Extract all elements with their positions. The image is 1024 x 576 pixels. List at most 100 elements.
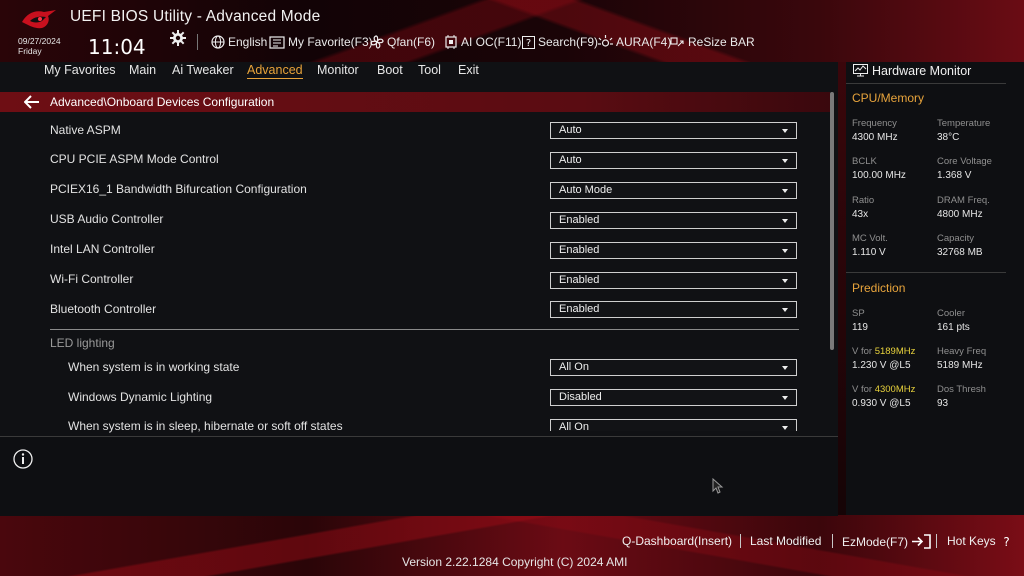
- hw-value: 43x: [852, 209, 869, 220]
- hw-value: 161 pts: [937, 322, 970, 333]
- info-icon: [13, 449, 33, 469]
- usb-audio-dropdown[interactable]: Enabled: [550, 212, 797, 229]
- version-text: Version 2.22.1284 Copyright (C) 2024 AMI: [402, 555, 628, 569]
- search-button[interactable]: ? Search(F9): [522, 35, 598, 49]
- hw-label: DRAM Freq.: [937, 195, 990, 206]
- dropdown-value: Enabled: [559, 274, 600, 286]
- hw-value: 32768 MB: [937, 247, 983, 258]
- menu-my-favorites[interactable]: My Favorites: [44, 62, 116, 78]
- menu-tool[interactable]: Tool: [418, 62, 441, 78]
- dropdown-value: All On: [559, 361, 589, 373]
- cpu-pcie-aspm-dropdown[interactable]: Auto: [550, 152, 797, 169]
- qfan-button[interactable]: Qfan(F6): [370, 35, 435, 49]
- hw-label: Cooler: [937, 308, 965, 319]
- chevron-down-icon: [782, 396, 788, 400]
- windows-dynamic-lighting-dropdown[interactable]: Disabled: [550, 389, 797, 406]
- ezmode-label: EzMode(F7): [842, 534, 909, 549]
- day-value: Friday: [18, 46, 42, 56]
- search-label: Search(F9): [538, 35, 599, 49]
- intel-lan-dropdown[interactable]: Enabled: [550, 242, 797, 259]
- menu-advanced[interactable]: Advanced: [247, 62, 303, 79]
- ezmode-button[interactable]: EzMode(F7): [842, 534, 931, 549]
- hw-value: 119: [852, 322, 868, 333]
- hw-value: 1.368 V: [937, 170, 972, 181]
- setting-label-bluetooth: Bluetooth Controller: [50, 302, 157, 316]
- menu-ai-tweaker[interactable]: Ai Tweaker: [172, 62, 234, 78]
- menu-exit[interactable]: Exit: [458, 62, 479, 78]
- setting-label-windows-dynamic-lighting: Windows Dynamic Lighting: [68, 390, 213, 404]
- section-divider: [50, 329, 799, 330]
- hw-value: 1.110 V: [852, 247, 886, 258]
- dropdown-value: Enabled: [559, 214, 600, 226]
- hw-label: Heavy Freq: [937, 346, 987, 357]
- hw-value: 93: [937, 398, 949, 409]
- setting-label-usb-audio: USB Audio Controller: [50, 212, 164, 226]
- native-aspm-dropdown[interactable]: Auto: [550, 122, 797, 139]
- ai-oc-button[interactable]: AI OC(F11): [444, 35, 521, 49]
- setting-label-native-aspm: Native ASPM: [50, 123, 121, 137]
- hw-value: 1.230 V @L5: [852, 360, 911, 371]
- prediction-heading: Prediction: [852, 281, 906, 295]
- setting-label-pciex16-bifurcation: PCIEX16_1 Bandwidth Bifurcation Configur…: [50, 182, 307, 196]
- breadcrumb: Advanced\Onboard Devices Configuration: [50, 95, 275, 109]
- cpu-memory-heading: CPU/Memory: [852, 91, 925, 105]
- date-value: 09/27/2024: [18, 36, 61, 46]
- aura-button[interactable]: AURA(F4): [598, 35, 671, 49]
- search-help-icon: ?: [522, 35, 535, 49]
- resize-bar-button[interactable]: ReSize BAR: [670, 35, 755, 49]
- hw-label-highlight: 5189MHz: [874, 346, 916, 357]
- hw-separator: [846, 272, 1006, 273]
- last-modified-button[interactable]: Last Modified: [750, 534, 821, 548]
- q-dashboard-button[interactable]: Q-Dashboard(Insert): [622, 534, 732, 548]
- panel-divider: [838, 62, 846, 515]
- led-working-dropdown[interactable]: All On: [550, 359, 797, 376]
- hw-label: BCLK: [852, 156, 877, 167]
- globe-icon: [211, 35, 225, 49]
- exit-arrow-icon: [912, 534, 931, 549]
- hw-value: 4800 MHz: [937, 209, 983, 220]
- hw-label: Capacity: [937, 233, 974, 244]
- back-arrow-icon[interactable]: [24, 95, 40, 109]
- hot-keys-button[interactable]: Hot Keys ?: [947, 534, 1012, 548]
- hw-label: V for 5189MHz: [852, 346, 915, 357]
- led-sleep-dropdown[interactable]: All On: [550, 419, 797, 431]
- gear-icon[interactable]: [170, 30, 186, 46]
- chevron-down-icon: [782, 308, 788, 312]
- hw-value: 5189 MHz: [937, 360, 983, 371]
- menu-boot[interactable]: Boot: [377, 62, 403, 78]
- my-favorite-button[interactable]: My Favorite(F3): [269, 35, 373, 49]
- bluetooth-dropdown[interactable]: Enabled: [550, 301, 797, 318]
- hw-label: V for 4300MHz: [852, 384, 915, 395]
- menu-monitor[interactable]: Monitor: [317, 62, 359, 78]
- setting-label-cpu-pcie-aspm: CPU PCIE ASPM Mode Control: [50, 152, 219, 166]
- dropdown-value: Enabled: [559, 303, 600, 315]
- wifi-dropdown[interactable]: Enabled: [550, 272, 797, 289]
- hw-separator: [846, 83, 1006, 84]
- dropdown-value: Enabled: [559, 244, 600, 256]
- help-icon: ?: [1003, 535, 1009, 548]
- scrollbar[interactable]: [830, 92, 834, 350]
- svg-text:?: ?: [1003, 535, 1009, 548]
- fan-icon: [370, 35, 384, 49]
- aura-icon: [598, 35, 613, 47]
- hardware-monitor-title: Hardware Monitor: [872, 64, 972, 78]
- hw-label: Frequency: [852, 118, 897, 129]
- pciex16-bifurcation-dropdown[interactable]: Auto Mode: [550, 182, 797, 199]
- chevron-down-icon: [782, 249, 788, 253]
- chevron-down-icon: [782, 279, 788, 283]
- date-display: 09/27/2024 Friday: [18, 36, 61, 56]
- hot-keys-label: Hot Keys: [947, 534, 996, 548]
- chevron-down-icon: [782, 129, 788, 133]
- resize-bar-label: ReSize BAR: [688, 35, 755, 49]
- dropdown-value: All On: [559, 421, 589, 431]
- setting-label-led-working: When system is in working state: [68, 360, 240, 374]
- led-lighting-heading: LED lighting: [50, 336, 115, 350]
- hw-value: 0.930 V @L5: [852, 398, 911, 409]
- footer-separator: [740, 534, 741, 548]
- chevron-down-icon: [782, 159, 788, 163]
- app-title: UEFI BIOS Utility - Advanced Mode: [70, 8, 321, 25]
- language-button[interactable]: English: [211, 35, 267, 49]
- menu-main[interactable]: Main: [129, 62, 156, 78]
- hw-label-prefix: V for: [852, 384, 875, 395]
- mouse-cursor-icon: [712, 478, 724, 494]
